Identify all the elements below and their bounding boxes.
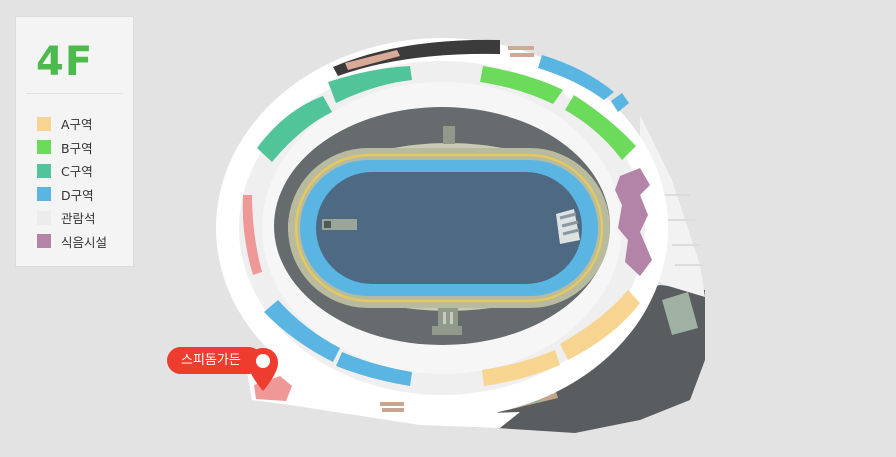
legend-divider [26,93,123,94]
legend-item-food[interactable]: 식음시설 [37,230,107,254]
legend-item-seating[interactable]: 관람석 [37,206,107,230]
legend-label-food: 식음시설 [61,234,108,250]
top-vent-2 [510,53,534,57]
legend-label-a: A구역 [61,117,93,133]
north-tower [443,126,455,144]
bottom-vent-2 [382,408,404,412]
bottom-vent-1 [380,402,404,406]
legend-label-b: B구역 [61,140,93,156]
legend-item-a[interactable]: A구역 [37,112,107,136]
legend-swatch-d [37,187,51,202]
map-pin-icon [248,348,278,391]
west-gate [322,219,357,230]
legend-list: A구역 B구역 C구역 D구역 관람석 식음시설 [37,112,107,253]
legend-item-c[interactable]: C구역 [37,159,107,183]
legend-label-seating: 관람석 [61,211,96,227]
legend-panel: 4F A구역 B구역 C구역 D구역 관람석 식음시설 [15,16,134,267]
stadium-map [216,38,705,433]
legend-swatch-b [37,140,51,155]
floor-label: 4F [36,39,94,85]
legend-label-c: C구역 [61,164,93,180]
legend-swatch-seating [37,210,51,225]
legend-item-d[interactable]: D구역 [37,183,107,207]
top-vent-1 [508,46,534,50]
legend-item-b[interactable]: B구역 [37,136,107,160]
legend-swatch-c [37,163,51,178]
legend-swatch-a [37,116,51,131]
legend-label-d: D구역 [61,187,94,203]
legend-swatch-food [37,234,51,249]
speedome-garden-marker[interactable]: 스피돔가든 [167,347,279,393]
